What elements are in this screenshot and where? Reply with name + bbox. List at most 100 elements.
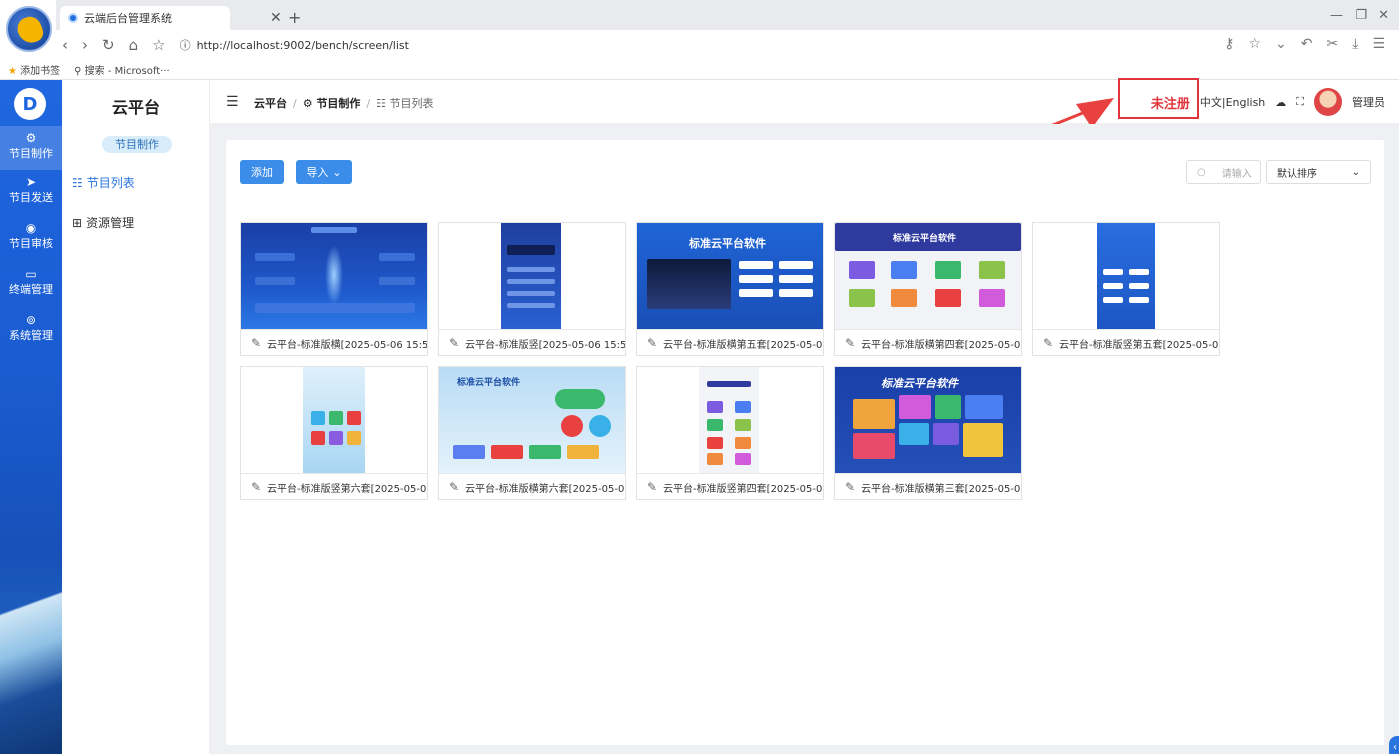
program-thumbnail[interactable]	[637, 367, 823, 473]
brand-title: 云平台	[111, 98, 160, 117]
edit-icon[interactable]: ✎	[845, 336, 855, 350]
annotation-highlight-box	[1118, 78, 1199, 119]
reload-icon[interactable]: ↻	[102, 36, 115, 54]
main-area: 添加 导入 ⌄ ○ 请输入 默认排序 ⌄ ✎ 云平台-标准版横[2025-05-06…	[210, 124, 1399, 754]
menu-icon[interactable]: ☰	[1372, 36, 1385, 52]
program-thumbnail[interactable]: 标准云平台软件	[835, 367, 1021, 473]
language-switch: 中文|English	[1199, 96, 1266, 109]
program-thumbnail[interactable]	[1033, 223, 1219, 329]
send-icon: ➤	[25, 175, 37, 189]
program-thumbnail[interactable]: 标准云平台软件	[637, 223, 823, 329]
program-card[interactable]: ✎ 云平台-标准版竖[2025-05-06 15:51	[438, 222, 626, 356]
restore-icon[interactable]: ❐	[1355, 8, 1367, 23]
edit-icon[interactable]: ✎	[251, 480, 261, 494]
subnav-item-program-list[interactable]: ☷ 节目列表	[72, 174, 135, 191]
program-thumbnail[interactable]: 标准云平台软件	[439, 367, 625, 473]
program-caption: ✎ 云平台-标准版竖[2025-05-06 15:51	[439, 329, 625, 356]
edit-icon[interactable]: ✎	[1043, 336, 1053, 350]
program-card[interactable]: 标准云平台软件 ✎ 云平台-标准版横第六套[2025-05-06	[438, 366, 626, 500]
favorite-star-icon[interactable]: ☆	[152, 36, 165, 54]
key-icon[interactable]: ⚷	[1224, 36, 1234, 52]
edit-icon[interactable]: ✎	[251, 336, 261, 350]
breadcrumb: 云平台 / ⚙ 节目制作 / ☷ 节目列表	[254, 95, 434, 111]
sub-nav: 云平台 节目制作 ☷ 节目列表 ⊞ 资源管理	[62, 80, 210, 754]
thumbnail-title: 标准云平台软件	[689, 237, 766, 250]
bookmark-star-icon[interactable]: ☆	[1248, 36, 1261, 52]
info-icon: ⓘ	[179, 39, 191, 52]
dropdown-chevron-icon[interactable]: ⌄	[1275, 36, 1287, 52]
scissors-icon[interactable]: ✂	[1327, 36, 1339, 52]
program-caption: ✎ 云平台-标准版横第五套[2025-05-06	[637, 329, 823, 356]
gear-icon: ⚙	[25, 131, 37, 145]
cloud-icon[interactable]: ☁	[1275, 96, 1286, 109]
rail-item-program-production[interactable]: ⚙ 节目制作	[0, 126, 62, 170]
program-thumbnail[interactable]: 标准云平台软件	[835, 223, 1021, 329]
thumbnail-title: 标准云平台软件	[881, 377, 958, 390]
thumbnail-title: 标准云平台软件	[893, 234, 957, 244]
user-name[interactable]: 管理员	[1352, 94, 1385, 110]
edit-icon[interactable]: ✎	[647, 336, 657, 350]
program-card[interactable]: ✎ 云平台-标准版竖第四套[2025-05-06	[636, 366, 824, 500]
breadcrumb-section[interactable]: ⚙ 节目制作	[303, 95, 361, 111]
browser-logo	[6, 6, 52, 52]
subnav-item-resource-management[interactable]: ⊞ 资源管理	[72, 214, 134, 231]
undo-icon[interactable]: ↶	[1301, 36, 1313, 52]
bookmark-search[interactable]: ⚲ 搜索 - Microsoft···	[74, 62, 170, 77]
edit-icon[interactable]: ✎	[449, 480, 459, 494]
avatar[interactable]	[1314, 88, 1342, 116]
lang-zh[interactable]: 中文	[1200, 96, 1222, 109]
sort-select[interactable]: 默认排序 ⌄	[1266, 160, 1371, 184]
url-field[interactable]: ⓘ http://localhost:9002/bench/screen/lis…	[180, 37, 409, 53]
program-card[interactable]: ✎ 云平台-标准版横[2025-05-06 15:51	[240, 222, 428, 356]
grid-icon: ⊞	[72, 215, 83, 230]
tab-title: 云端后台管理系统	[84, 12, 172, 25]
program-caption: ✎ 云平台-标准版横第四套[2025-05-06	[835, 329, 1021, 356]
top-header: ☰ 云平台 / ⚙ 节目制作 / ☷ 节目列表 未注册 中文|English ☁…	[210, 80, 1399, 124]
edit-icon[interactable]: ✎	[647, 480, 657, 494]
breadcrumb-current: ☷ 节目列表	[376, 97, 434, 110]
rail-item-terminal-management[interactable]: ▭ 终端管理	[0, 268, 62, 297]
edit-icon[interactable]: ✎	[845, 480, 855, 494]
program-thumbnail[interactable]	[241, 223, 427, 329]
menu-collapse-icon[interactable]: ☰	[226, 94, 239, 110]
window-close-icon[interactable]: ✕	[1378, 8, 1389, 23]
breadcrumb-home[interactable]: 云平台	[254, 95, 287, 111]
gear-icon: ⚙	[302, 97, 313, 110]
back-icon[interactable]: ‹	[62, 36, 68, 54]
program-card[interactable]: ✎ 云平台-标准版竖第五套[2025-05-06	[1032, 222, 1220, 356]
download-icon[interactable]: ⤓	[1352, 36, 1358, 52]
fullscreen-icon[interactable]: ⛶	[1296, 95, 1304, 109]
search-input[interactable]: ○ 请输入	[1186, 160, 1261, 184]
list-icon: ☷	[376, 97, 387, 110]
content-panel: 添加 导入 ⌄ ○ 请输入 默认排序 ⌄ ✎ 云平台-标准版横[2025-05-06…	[226, 140, 1384, 745]
lang-en[interactable]: English	[1226, 96, 1266, 109]
close-tab-icon[interactable]: ✕	[270, 10, 282, 26]
program-caption: ✎ 云平台-标准版竖第五套[2025-05-06	[1033, 329, 1219, 356]
settings-icon: ⊚	[25, 313, 37, 327]
collapse-tab-icon[interactable]: ‹	[1389, 736, 1399, 754]
forward-icon[interactable]: ›	[82, 36, 88, 54]
program-card[interactable]: 标准云平台软件 ✎ 云平台-标准版横第三套[2025-05-06	[834, 366, 1022, 500]
program-caption: ✎ 云平台-标准版横[2025-05-06 15:51	[241, 329, 427, 356]
star-icon: ★	[8, 66, 17, 77]
minimize-icon[interactable]: —	[1330, 8, 1343, 23]
rail-item-program-review[interactable]: ◉ 节目审核	[0, 222, 62, 251]
rail-item-program-send[interactable]: ➤ 节目发送	[0, 175, 62, 205]
program-caption: ✎ 云平台-标准版竖第六套[2025-05-06	[241, 473, 427, 500]
import-button[interactable]: 导入 ⌄	[296, 160, 352, 184]
program-card[interactable]: ✎ 云平台-标准版竖第六套[2025-05-06	[240, 366, 428, 500]
rail-item-system-management[interactable]: ⊚ 系统管理	[0, 313, 62, 343]
browser-tab[interactable]: 云端后台管理系统	[60, 6, 230, 30]
list-icon: ☷	[72, 175, 83, 190]
search-icon: ⚲	[74, 66, 82, 77]
program-card[interactable]: 标准云平台软件 ✎ 云平台-标准版横第四套[2025-05-06	[834, 222, 1022, 356]
add-button[interactable]: 添加	[240, 160, 284, 184]
new-tab-icon[interactable]: +	[288, 8, 301, 27]
program-thumbnail[interactable]	[439, 223, 625, 329]
bookmark-add[interactable]: ★ 添加书签	[8, 62, 60, 77]
program-thumbnail[interactable]	[241, 367, 427, 473]
program-card[interactable]: 标准云平台软件 ✎ 云平台-标准版横第五套[2025-05-06	[636, 222, 824, 356]
edit-icon[interactable]: ✎	[449, 336, 459, 350]
program-caption: ✎ 云平台-标准版竖第四套[2025-05-06	[637, 473, 823, 500]
home-icon[interactable]: ⌂	[129, 36, 139, 54]
